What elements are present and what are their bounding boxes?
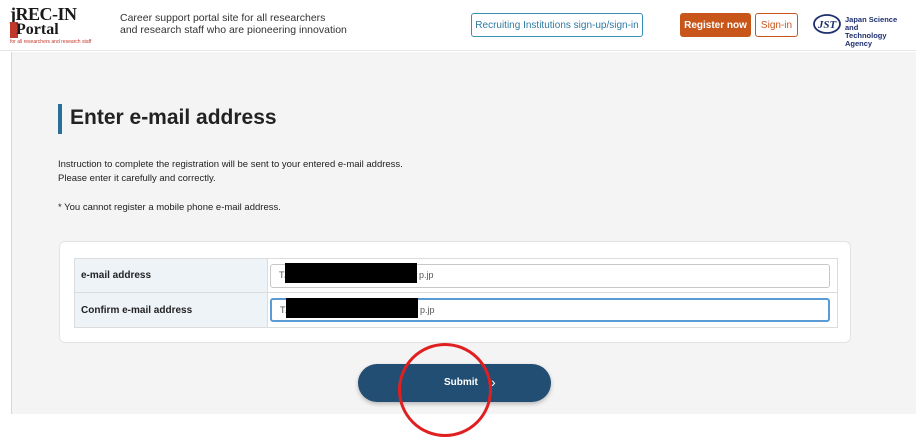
jst-name-line2: Technology Agency bbox=[845, 31, 887, 48]
site-tagline: Career support portal site for all resea… bbox=[120, 12, 347, 36]
title-accent-bar bbox=[58, 104, 62, 134]
site-header: jREC-IN Portal for all researchers and r… bbox=[0, 0, 916, 51]
jst-name: Japan Science and Technology Agency bbox=[845, 16, 912, 48]
jst-mark-icon: JST bbox=[813, 14, 841, 34]
jst-name-line1: Japan Science and bbox=[845, 15, 898, 32]
instruction-line2: Please enter it carefully and correctly. bbox=[58, 173, 216, 184]
tagline-line2: and research staff who are pioneering in… bbox=[120, 24, 347, 36]
confirm-input-suffix: p.jp bbox=[420, 305, 435, 315]
sign-in-button[interactable]: Sign-in bbox=[755, 13, 798, 37]
jrec-in-logo[interactable]: jREC-IN Portal for all researchers and r… bbox=[6, 4, 106, 46]
instruction-line1: Instruction to complete the registration… bbox=[58, 159, 403, 170]
logo-text-bottom: Portal bbox=[16, 21, 59, 38]
page-title: Enter e-mail address bbox=[70, 106, 277, 129]
register-now-button[interactable]: Register now bbox=[680, 13, 751, 37]
email-row: e-mail address T/ p.jp bbox=[75, 259, 837, 293]
confirm-email-row: Confirm e-mail address T/ p.jp bbox=[75, 293, 837, 327]
confirm-email-input[interactable]: T/ p.jp bbox=[270, 298, 830, 322]
email-form: e-mail address T/ p.jp Confirm e-mail ad… bbox=[74, 258, 838, 328]
tagline-line1: Career support portal site for all resea… bbox=[120, 12, 326, 24]
highlight-circle bbox=[398, 343, 492, 437]
redaction-block bbox=[285, 263, 417, 283]
jst-mark-text: JST bbox=[817, 19, 838, 31]
email-input-suffix: p.jp bbox=[419, 270, 434, 280]
recruiting-institutions-button[interactable]: Recruiting Institutions sign-up/sign-in bbox=[471, 13, 643, 37]
redaction-block bbox=[286, 298, 418, 318]
logo-subtext: for all researchers and research staff bbox=[10, 39, 92, 45]
mobile-note: * You cannot register a mobile phone e-m… bbox=[58, 202, 281, 213]
instruction-text: Instruction to complete the registration… bbox=[58, 158, 403, 186]
email-label: e-mail address bbox=[75, 259, 268, 292]
content-divider bbox=[11, 52, 12, 414]
email-input[interactable]: T/ p.jp bbox=[270, 263, 830, 288]
jst-logo[interactable]: JST Japan Science and Technology Agency bbox=[812, 10, 912, 48]
confirm-email-label: Confirm e-mail address bbox=[75, 293, 268, 327]
